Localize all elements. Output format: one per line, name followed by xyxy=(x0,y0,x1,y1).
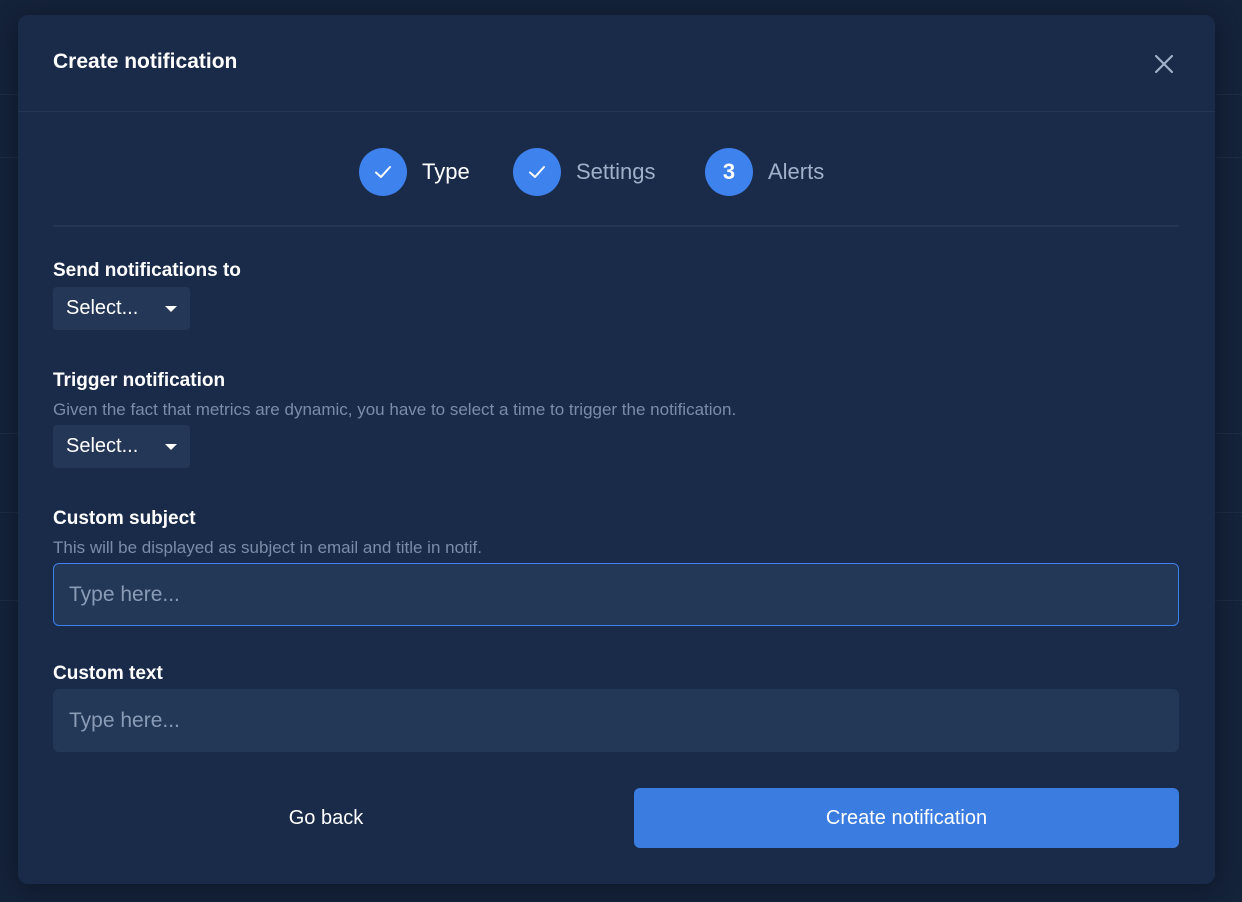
step-type[interactable]: Type xyxy=(359,148,470,196)
close-icon xyxy=(1154,54,1174,74)
check-icon xyxy=(529,166,545,178)
step-alerts-number: 3 xyxy=(705,148,753,196)
check-icon xyxy=(375,166,391,178)
step-alerts[interactable]: 3 Alerts xyxy=(705,148,824,196)
close-button[interactable] xyxy=(1153,53,1175,75)
trigger-help: Given the fact that metrics are dynamic,… xyxy=(53,400,737,419)
send-to-label: Send notifications to xyxy=(53,260,241,281)
create-notification-modal: Create notification Type Settings 3 Aler… xyxy=(18,15,1215,884)
step-type-label: Type xyxy=(422,159,470,184)
step-type-circle xyxy=(359,148,407,196)
custom-text-label: Custom text xyxy=(53,663,163,684)
send-to-value: Select... xyxy=(66,297,139,319)
custom-text-input[interactable] xyxy=(53,689,1179,752)
modal-header: Create notification xyxy=(18,15,1215,112)
trigger-value: Select... xyxy=(66,435,139,457)
create-notification-button[interactable]: Create notification xyxy=(634,788,1179,848)
modal-title: Create notification xyxy=(53,50,238,73)
caret-down-icon xyxy=(165,444,177,450)
step-settings[interactable]: Settings xyxy=(513,148,656,196)
stepper: Type Settings 3 Alerts xyxy=(53,112,1179,227)
trigger-label: Trigger notification xyxy=(53,370,226,391)
go-back-button[interactable]: Go back xyxy=(53,788,599,848)
caret-down-icon xyxy=(165,306,177,312)
step-alerts-label: Alerts xyxy=(768,159,825,184)
step-settings-circle xyxy=(513,148,561,196)
send-to-select[interactable]: Select... xyxy=(53,287,190,330)
custom-subject-label: Custom subject xyxy=(53,508,196,529)
trigger-select[interactable]: Select... xyxy=(53,425,190,468)
step-settings-label: Settings xyxy=(576,159,656,184)
custom-subject-help: This will be displayed as subject in ema… xyxy=(53,538,482,557)
custom-subject-input[interactable] xyxy=(53,563,1179,626)
